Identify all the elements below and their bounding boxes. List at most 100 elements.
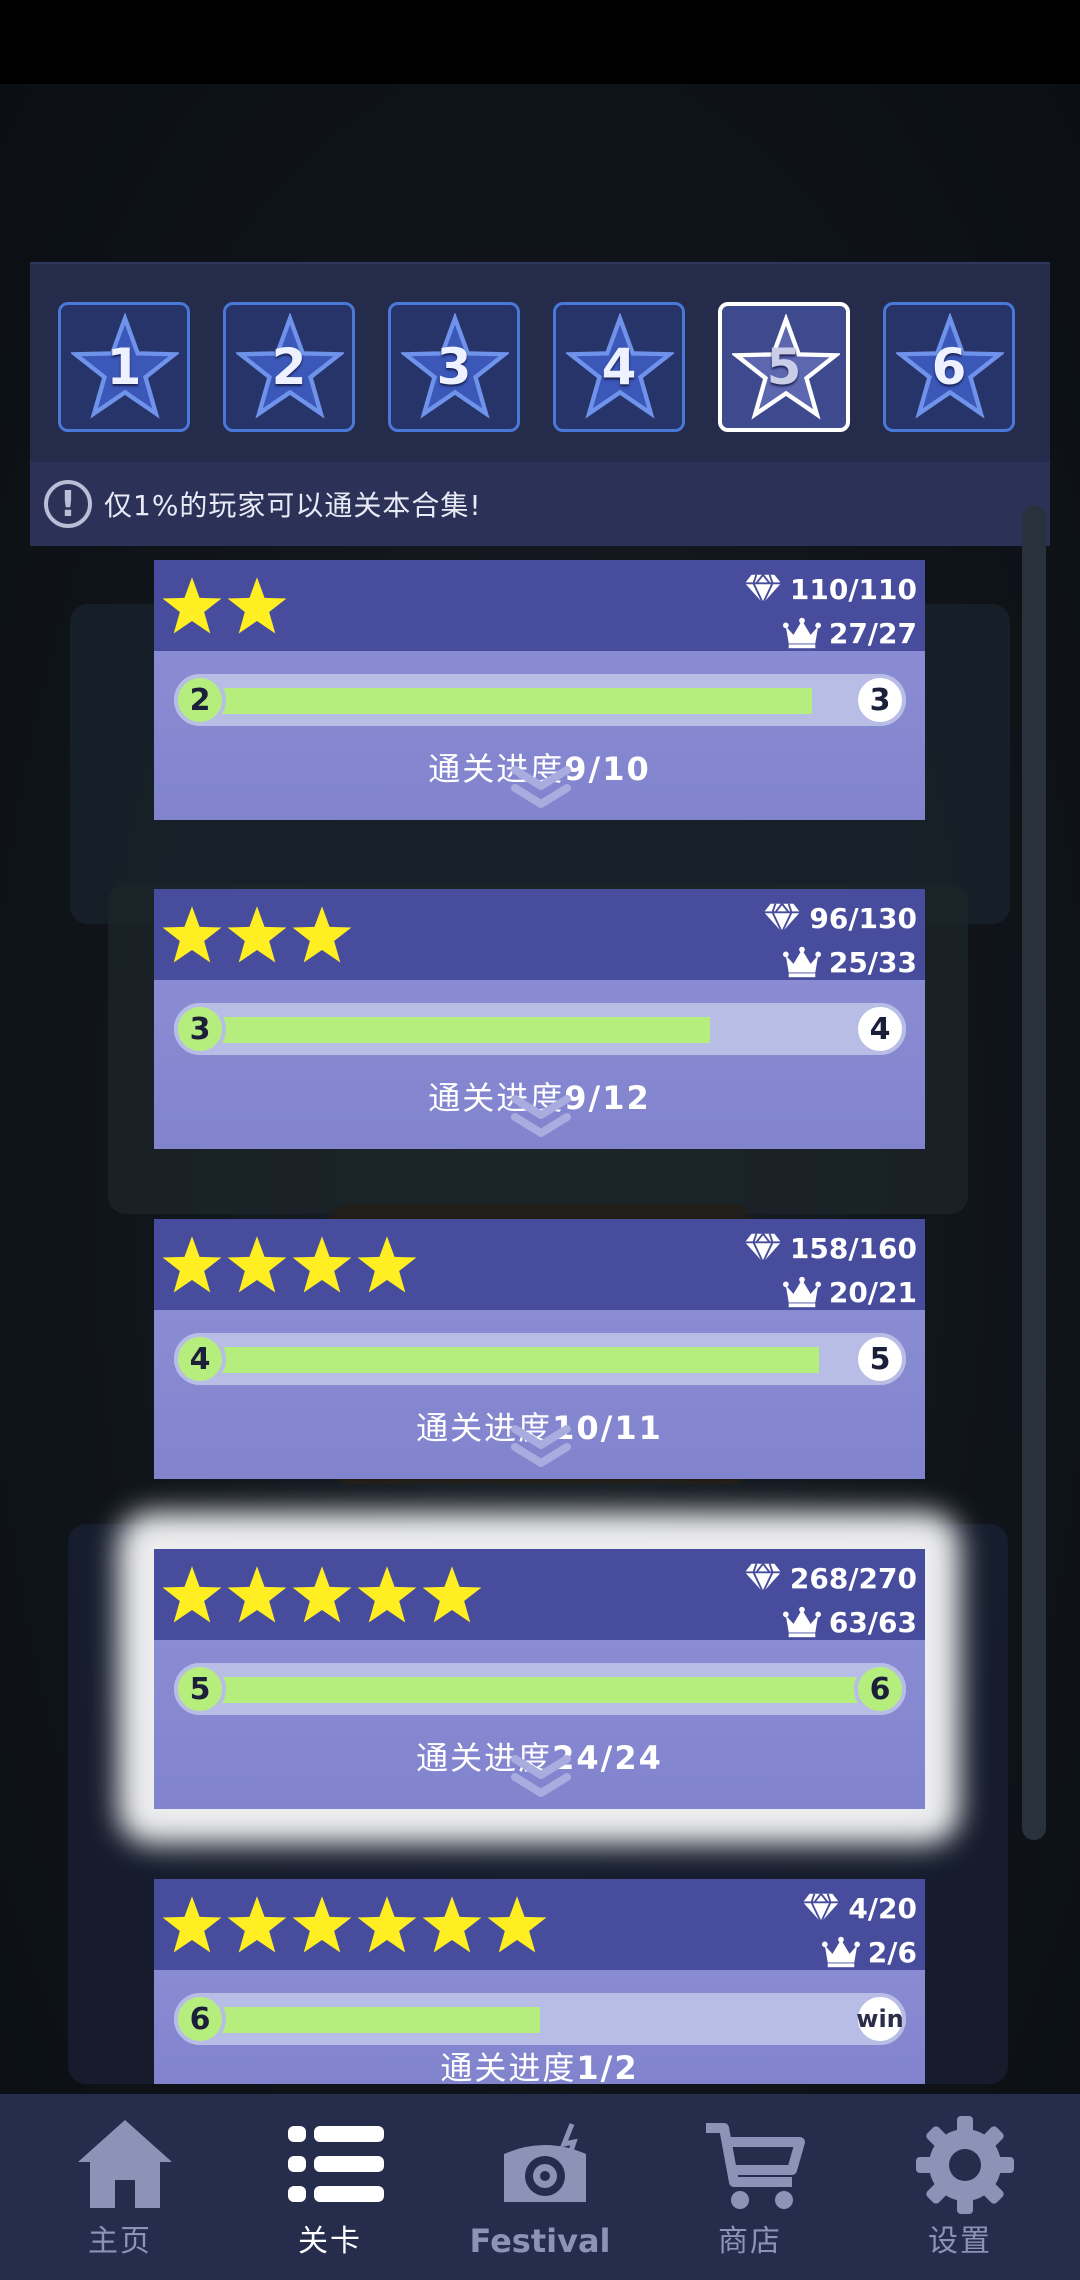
gem-count: 158/160: [744, 1231, 917, 1265]
nav-levels[interactable]: 关卡: [240, 2104, 420, 2274]
star-rating: [160, 1563, 485, 1627]
nav-label: 商店: [718, 2224, 782, 2259]
cart-icon: [706, 2123, 805, 2209]
progress-end-node: 4: [854, 1003, 906, 1055]
star-icon: [420, 1893, 484, 1957]
star-icon: [420, 1563, 484, 1627]
star-icon: [160, 1233, 224, 1297]
progress-start-node: 4: [174, 1333, 226, 1385]
star-icon: [160, 1893, 224, 1957]
progress-bar: 6 win: [174, 1993, 906, 2045]
chevron-down-icon[interactable]: [509, 1423, 573, 1475]
set-tab-4[interactable]: 4: [553, 302, 685, 432]
crown-icon: [783, 1275, 821, 1309]
diamond-icon: [763, 901, 801, 935]
star-icon: [355, 1233, 419, 1297]
crown-count: 27/27: [783, 616, 917, 650]
nav-label: 关卡: [298, 2224, 362, 2259]
star-icon: [355, 1893, 419, 1957]
card-header: 110/110 27/27: [154, 560, 925, 651]
star-icon: [160, 903, 224, 967]
crown-count: 20/21: [783, 1275, 917, 1309]
progress-bar: 3 4: [174, 1003, 906, 1055]
star-icon: [355, 1563, 419, 1627]
progress-start-node: 5: [174, 1663, 226, 1715]
star-icon: [225, 903, 289, 967]
music-box-icon: [504, 2123, 586, 2202]
star-icon: [225, 1233, 289, 1297]
set-tab-6[interactable]: 6: [883, 302, 1015, 432]
diamond-icon: [802, 1891, 840, 1925]
level-card-6-stars[interactable]: 4/20 2/6 6 win 通关进度1/2: [154, 1879, 925, 2084]
notice-bar: ! 仅1%的玩家可以通关本合集!: [30, 462, 1050, 546]
star-icon: [225, 1563, 289, 1627]
list-icon: [288, 2126, 384, 2202]
exclamation-icon: !: [44, 480, 92, 528]
set-tab-number: 1: [106, 338, 142, 396]
star-icon: [160, 574, 224, 638]
star-rating: [160, 1233, 420, 1297]
star-rating: [160, 903, 355, 967]
level-card-3-stars[interactable]: 96/130 25/33 3 4 通关进度9/12: [154, 889, 925, 1149]
nav-label: 主页: [88, 2224, 152, 2259]
star-rating: [160, 574, 290, 638]
card-header: 96/130 25/33: [154, 889, 925, 980]
gem-count: 110/110: [744, 572, 917, 606]
crown-icon: [783, 945, 821, 979]
progress-start-node: 3: [174, 1003, 226, 1055]
nav-shop[interactable]: 商店: [660, 2104, 840, 2274]
nav-label: Festival: [469, 2222, 611, 2260]
home-icon: [78, 2120, 172, 2208]
set-tab-5[interactable]: 5: [718, 302, 850, 432]
level-card-2-stars[interactable]: 110/110 27/27 2 3 通关进度9/10: [154, 560, 925, 820]
star-icon: [290, 1893, 354, 1957]
star-icon: [485, 1893, 549, 1957]
scrollbar[interactable]: [1022, 505, 1046, 1840]
bottom-nav: 主页 关卡 Festival 商店 设置: [0, 2094, 1080, 2280]
star-icon: [290, 903, 354, 967]
progress-start-node: 2: [174, 674, 226, 726]
progress-fill: [200, 1347, 819, 1373]
crown-count: 25/33: [783, 945, 917, 979]
nav-home[interactable]: 主页: [30, 2104, 210, 2274]
progress-text: 通关进度1/2: [440, 2049, 639, 2084]
nav-festival[interactable]: Festival: [450, 2104, 630, 2274]
set-tab-number: 3: [436, 338, 472, 396]
progress-fill: [200, 688, 812, 714]
set-tab-number: 4: [601, 338, 637, 396]
progress-end-node: 6: [854, 1663, 906, 1715]
notice-text: 仅1%的玩家可以通关本合集!: [104, 489, 482, 522]
star-icon: [290, 1233, 354, 1297]
set-tab-3[interactable]: 3: [388, 302, 520, 432]
gem-count: 268/270: [744, 1561, 917, 1595]
chevron-down-icon[interactable]: [509, 1753, 573, 1805]
chevron-down-icon[interactable]: [509, 1093, 573, 1145]
set-tab-number: 6: [931, 338, 967, 396]
progress-bar: 2 3: [174, 674, 906, 726]
progress-fill: [200, 1017, 710, 1043]
nav-label: 设置: [928, 2224, 992, 2259]
set-tab-1[interactable]: 1: [58, 302, 190, 432]
level-card-4-stars[interactable]: 158/160 20/21 4 5 通关进度10/11: [154, 1219, 925, 1479]
nav-settings[interactable]: 设置: [870, 2104, 1050, 2274]
star-rating: [160, 1893, 550, 1957]
progress-bar: 4 5: [174, 1333, 906, 1385]
set-tab-number: 2: [271, 338, 307, 396]
progress-start-node: 6: [174, 1993, 226, 2045]
set-tab-2[interactable]: 2: [223, 302, 355, 432]
progress-fill: [200, 1677, 880, 1703]
crown-count: 2/6: [822, 1935, 917, 1969]
star-icon: [225, 574, 289, 638]
diamond-icon: [744, 1561, 782, 1595]
progress-bar: 5 6: [174, 1663, 906, 1715]
level-card-5-stars[interactable]: 268/270 63/63 5 6 通关进度24/24: [154, 1549, 925, 1809]
gear-icon: [916, 2116, 1014, 2214]
crown-count: 63/63: [783, 1605, 917, 1639]
progress-end-node: win: [854, 1993, 906, 2045]
diamond-icon: [744, 1231, 782, 1265]
set-tab-number: 5: [766, 338, 802, 396]
star-icon: [160, 1563, 224, 1627]
chevron-down-icon[interactable]: [509, 764, 573, 816]
diamond-icon: [744, 572, 782, 606]
crown-icon: [783, 616, 821, 650]
